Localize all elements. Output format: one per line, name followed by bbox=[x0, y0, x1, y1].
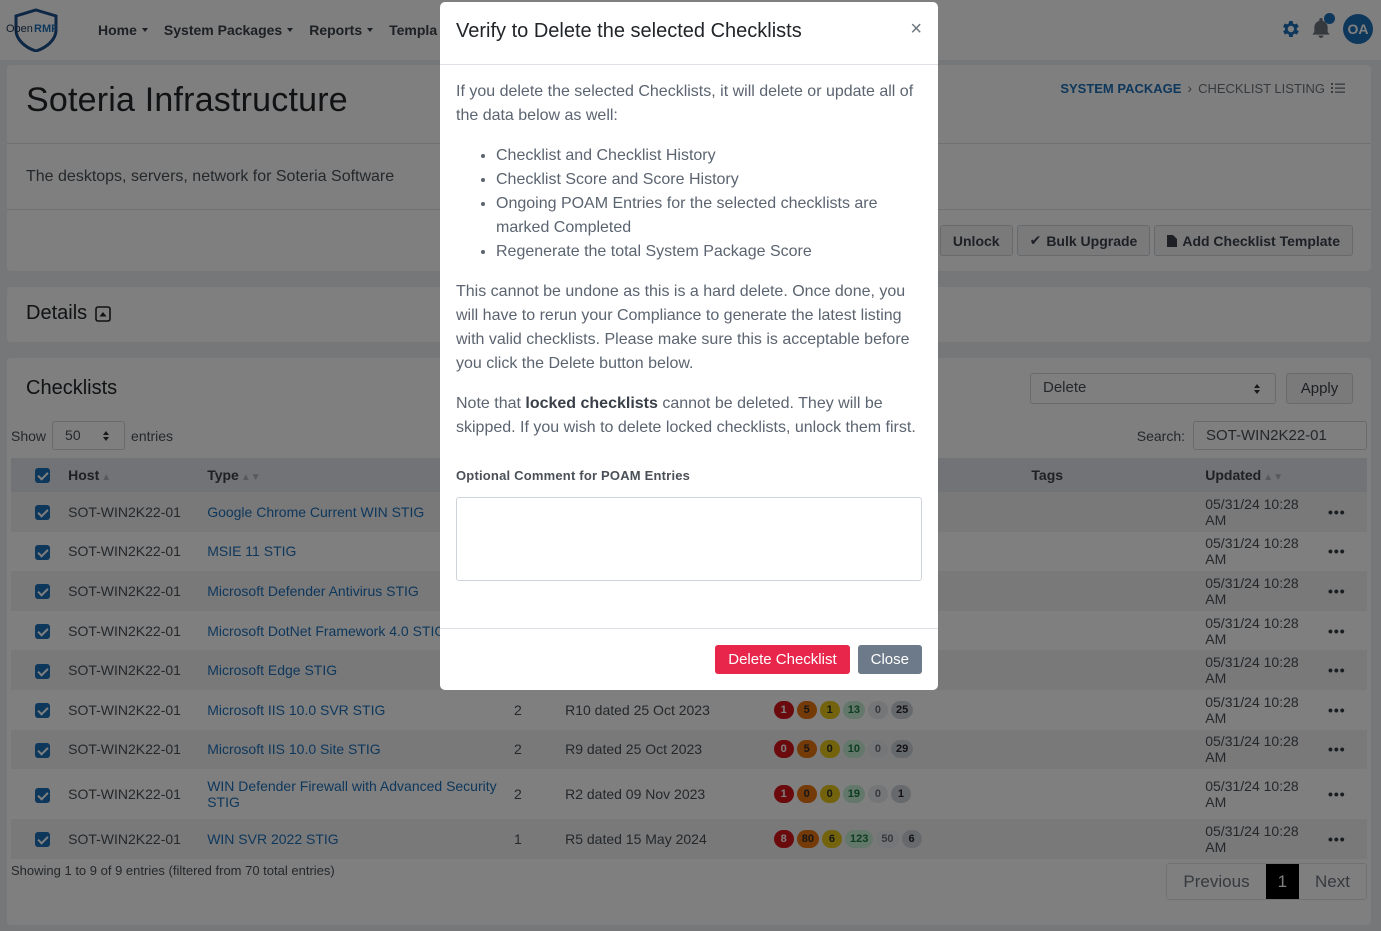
modal-warning: This cannot be undone as this is a hard … bbox=[456, 283, 910, 372]
list-item: Checklist Score and Score History bbox=[496, 168, 924, 192]
delete-checklist-button[interactable]: Delete Checklist bbox=[715, 645, 850, 674]
divider bbox=[440, 628, 938, 629]
close-icon[interactable]: × bbox=[910, 18, 922, 41]
list-item: Regenerate the total System Package Scor… bbox=[496, 240, 924, 264]
delete-checklists-modal: Verify to Delete the selected Checklists… bbox=[440, 2, 938, 690]
close-button[interactable]: Close bbox=[857, 645, 922, 674]
modal-body: If you delete the selected Checklists, i… bbox=[456, 80, 924, 581]
divider bbox=[440, 64, 938, 65]
modal-footer: Delete Checklist Close bbox=[715, 645, 922, 674]
poam-comment-textarea[interactable] bbox=[456, 497, 922, 581]
comment-label: Optional Comment for POAM Entries bbox=[456, 468, 691, 483]
modal-note: Note that locked checklists cannot be de… bbox=[456, 395, 916, 436]
modal-title: Verify to Delete the selected Checklists bbox=[456, 20, 802, 42]
list-item: Checklist and Checklist History bbox=[496, 144, 924, 168]
modal-intro: If you delete the selected Checklists, i… bbox=[456, 83, 914, 124]
affected-data-list: Checklist and Checklist History Checklis… bbox=[496, 144, 924, 264]
list-item: Ongoing POAM Entries for the selected ch… bbox=[496, 192, 924, 240]
